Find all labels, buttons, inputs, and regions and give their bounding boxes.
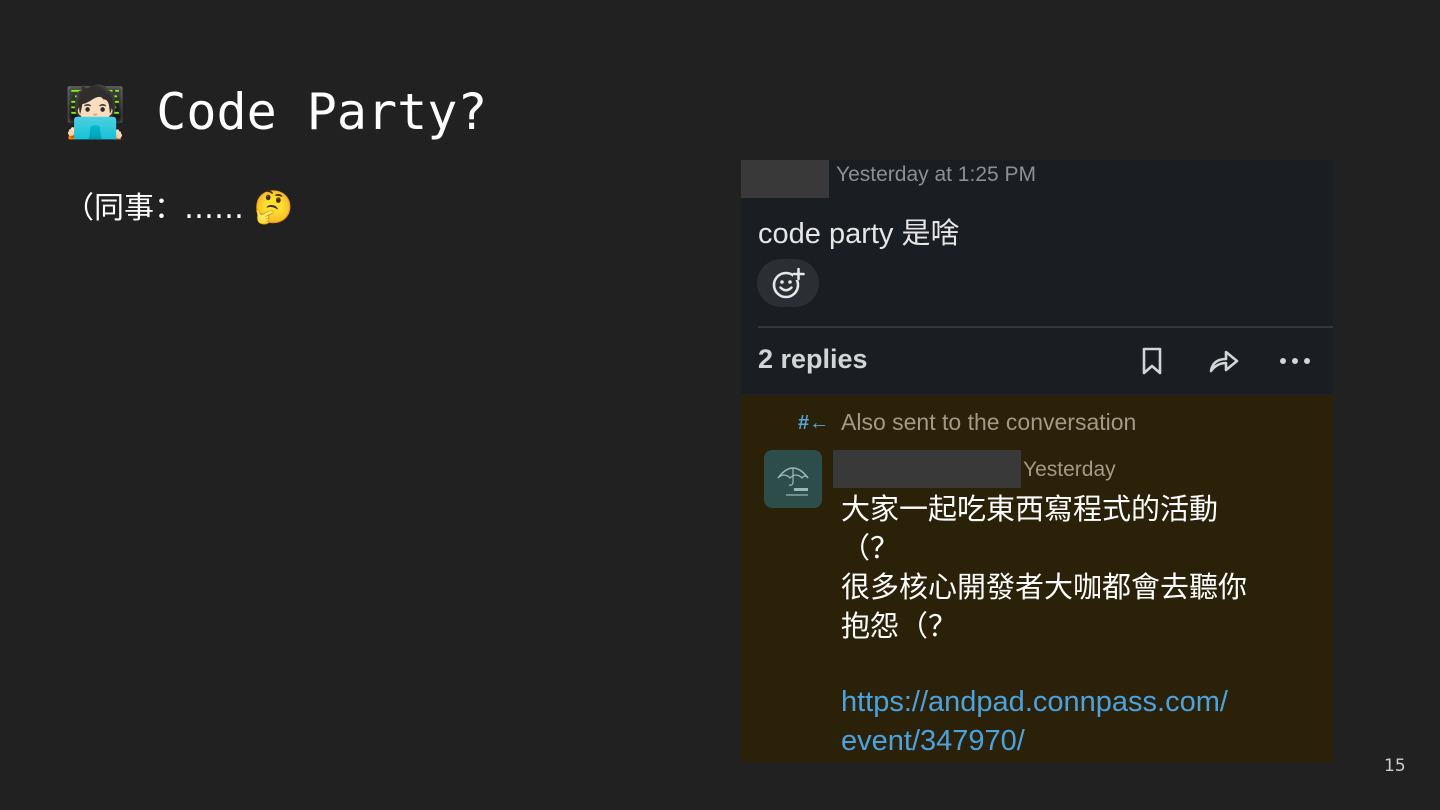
redacted-username [833, 450, 1021, 488]
technologist-emoji-icon: 🧑🏻‍💻 [64, 83, 127, 141]
link-line[interactable]: https://andpad.connpass.com/ [841, 683, 1228, 722]
page-title: Code Party? [156, 83, 488, 141]
reply-highlight: #← Also sent to the conversation Yesterd… [741, 396, 1333, 762]
reply-line: 大家一起吃東西寫程式的活動 [841, 494, 1219, 526]
message-timestamp[interactable]: Yesterday at 1:25 PM [836, 163, 1036, 187]
reply-timestamp[interactable]: Yesterday [1023, 458, 1116, 482]
thinking-face-icon: 🤔 [253, 188, 294, 226]
more-icon [1280, 358, 1310, 364]
subtitle-text: （同事：…… [64, 191, 244, 226]
bookmark-button[interactable] [1134, 343, 1170, 379]
redacted-username [741, 160, 829, 198]
reply-text: 大家一起吃東西寫程式的活動 （？ 很多核心開發者大咖都會去聽你 抱怨（？ [841, 491, 1311, 647]
link-line[interactable]: event/347970/ [841, 722, 1228, 761]
page-number: 15 [1384, 756, 1406, 776]
reply-line: （？ [841, 533, 900, 565]
channel-icon: #← [798, 412, 830, 434]
slide-title: 🧑🏻‍💻 Code Party? [64, 82, 487, 142]
bookmark-icon [1142, 347, 1162, 375]
message-text: code party 是啥 [758, 218, 960, 250]
more-actions-button[interactable] [1277, 343, 1313, 379]
add-reaction-button[interactable] [757, 259, 819, 307]
umbrella-logo-icon [777, 467, 809, 496]
smiley-plus-icon [772, 267, 805, 299]
share-button[interactable] [1206, 343, 1242, 379]
also-sent-label[interactable]: Also sent to the conversation [841, 409, 1136, 436]
share-icon [1209, 350, 1239, 373]
event-link[interactable]: https://andpad.connpass.com/ event/34797… [841, 683, 1228, 761]
replies-count[interactable]: 2 replies [758, 344, 868, 375]
thread-parent: Yesterday at 1:25 PM code party 是啥 2 rep… [741, 160, 1333, 394]
subtitle: （同事：…… 🤔 [64, 186, 293, 230]
divider [758, 326, 1333, 328]
reply-line: 很多核心開發者大咖都會去聽你 [841, 572, 1248, 604]
chat-screenshot: Yesterday at 1:25 PM code party 是啥 2 rep… [741, 160, 1333, 762]
reply-line: 抱怨（？ [841, 611, 958, 643]
avatar[interactable] [764, 450, 822, 508]
